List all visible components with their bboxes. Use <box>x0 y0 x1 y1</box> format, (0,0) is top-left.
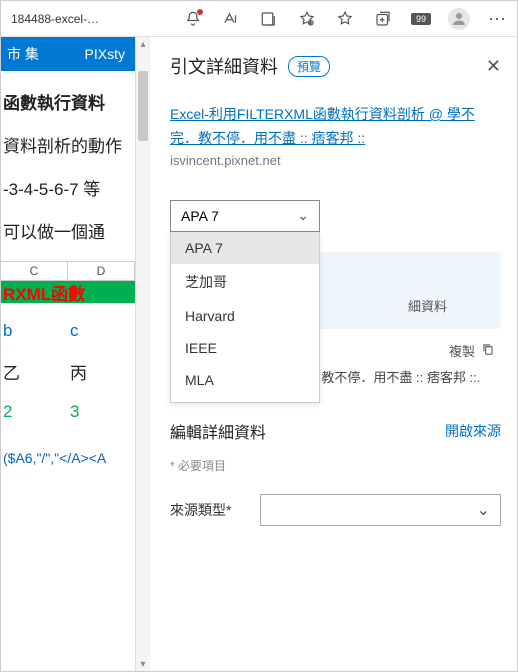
favorites-star-icon[interactable] <box>291 3 323 35</box>
read-aloud-icon[interactable] <box>215 3 247 35</box>
style-dropdown[interactable]: APA 7 ⌄ <box>170 200 320 232</box>
scroll-down-icon[interactable]: ▾ <box>136 657 150 671</box>
chevron-down-icon: ⌄ <box>297 207 309 224</box>
scroll-thumb[interactable] <box>138 71 148 141</box>
close-icon[interactable]: ✕ <box>486 56 501 77</box>
dropdown-list: APA 7 芝加哥 Harvard IEEE MLA <box>170 232 320 403</box>
ribbon-item[interactable]: 市 集 <box>1 44 39 64</box>
scroll-up-icon[interactable]: ▴ <box>136 37 150 51</box>
profile-avatar[interactable] <box>443 3 475 35</box>
page-content-left: 市 集 PIXsty 函數執行資料 資料剖析的動作 -3-4-5-6-7 等 可… <box>1 37 136 671</box>
panel-title: 引文詳細資料 <box>170 53 278 79</box>
article-text: -3-4-5-6-7 等 <box>3 175 135 200</box>
citation-host: isvincent.pixnet.net <box>170 153 501 168</box>
article-text: 可以做一個通 <box>3 218 135 243</box>
edit-details-title: 編輯詳細資料 <box>170 419 266 443</box>
dropdown-option[interactable]: MLA <box>171 364 319 396</box>
spreadsheet-row: 23 <box>1 402 135 422</box>
spreadsheet-row: RXML函數 <box>1 281 135 303</box>
dropdown-option[interactable]: Harvard <box>171 300 319 332</box>
scrollbar[interactable]: ▴ ▾ <box>136 37 150 671</box>
translate-icon[interactable] <box>253 3 285 35</box>
chevron-down-icon: ⌄ <box>477 500 490 520</box>
preview-badge[interactable]: 預覽 <box>288 56 330 77</box>
notification-icon[interactable] <box>177 3 209 35</box>
article-text: 函數執行資料 <box>3 89 135 114</box>
ribbon-item[interactable]: PIXsty <box>85 46 135 62</box>
spreadsheet-row: bc <box>1 321 135 341</box>
spreadsheet-row: 乙丙 <box>1 359 135 384</box>
browser-toolbar: 184488-excel-利用... 99 ··· <box>1 1 517 37</box>
citation-panel: 引文詳細資料 預覽 ✕ Excel-利用FILTERXML函數執行資料剖析 @ … <box>150 37 517 671</box>
source-type-label: 來源類型* <box>170 500 240 520</box>
dropdown-value: APA 7 <box>181 208 219 224</box>
article-text: 資料剖析的動作 <box>3 132 135 157</box>
favorites-icon[interactable] <box>329 3 361 35</box>
ribbon-bar: 市 集 PIXsty <box>1 37 135 71</box>
source-type-select[interactable]: ⌄ <box>260 494 501 526</box>
dropdown-option[interactable]: 芝加哥 <box>171 264 319 300</box>
required-note: * 必要項目 <box>170 457 501 474</box>
citation-link[interactable]: Excel-利用FILTERXML函數執行資料剖析 @ 學不完．教不停．用不盡 … <box>170 103 501 151</box>
dropdown-option[interactable]: IEEE <box>171 332 319 364</box>
tab-title: 184488-excel-利用... <box>5 10 100 27</box>
spreadsheet-header: CD <box>1 261 135 281</box>
copy-icon[interactable] <box>481 342 495 359</box>
brand-badge[interactable]: 99 <box>405 3 437 35</box>
collections-icon[interactable] <box>367 3 399 35</box>
copy-button[interactable]: 複製 <box>449 341 475 360</box>
more-icon[interactable]: ··· <box>481 3 513 35</box>
dropdown-option[interactable]: APA 7 <box>171 232 319 264</box>
open-source-link[interactable]: 開啟來源 <box>445 421 501 441</box>
formula-text: ($A6,"/","</A><A <box>1 450 135 466</box>
